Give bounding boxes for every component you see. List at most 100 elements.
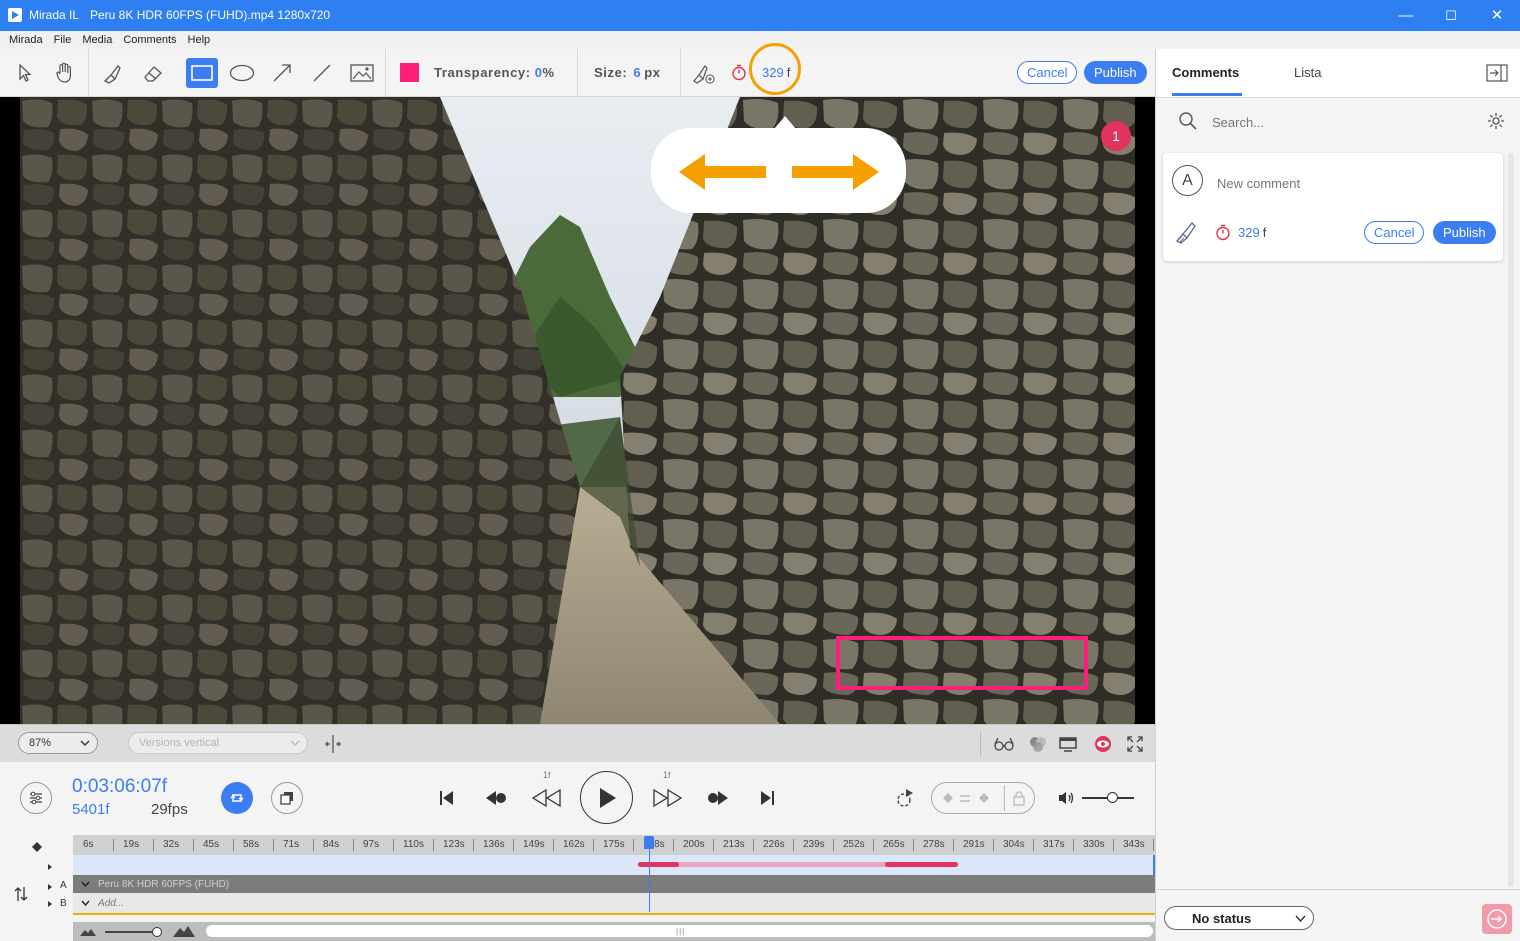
fullscreen-icon[interactable] (1126, 735, 1144, 753)
expand-arrow-icon[interactable] (46, 883, 54, 891)
video-viewport[interactable]: 1 (0, 97, 1155, 724)
publish-button[interactable]: Publish (1084, 61, 1147, 84)
arrow-icon[interactable] (266, 58, 298, 88)
status-select[interactable]: No status (1164, 906, 1314, 930)
previous-marker-icon[interactable] (484, 789, 508, 807)
step-forward-label: 1f (663, 770, 671, 780)
size-control[interactable]: Size: 6 px (594, 65, 661, 80)
logout-button[interactable] (1482, 904, 1512, 934)
brush-tool-icon[interactable] (1173, 217, 1201, 245)
ruler-tick-label: 32s (163, 839, 180, 850)
color-channels-icon[interactable] (1028, 735, 1048, 753)
expand-arrow-icon[interactable] (46, 900, 54, 908)
ruler-tick-mark (593, 839, 594, 851)
versions-select[interactable]: Versions vertical (128, 732, 308, 754)
timeline-horizontal-scrollbar[interactable]: ||| (206, 925, 1153, 937)
rectangle-icon[interactable] (186, 58, 218, 88)
close-button[interactable]: ✕ (1474, 0, 1520, 31)
swap-tracks-icon[interactable] (13, 885, 29, 903)
ruler-tick-mark (1033, 839, 1034, 851)
visibility-eye-icon[interactable] (1093, 735, 1113, 753)
track-b-label: B (60, 898, 67, 909)
layers-icon (280, 792, 293, 805)
keyframe-diamond-icon[interactable] (31, 841, 43, 853)
track-b-add[interactable]: Add... (98, 898, 124, 909)
ruler-tick-label: 226s (763, 839, 785, 850)
expand-arrow-icon[interactable] (46, 863, 54, 871)
maximize-button[interactable]: ☐ (1428, 0, 1474, 31)
ellipse-icon[interactable] (226, 58, 258, 88)
playback-settings-icon[interactable] (894, 787, 916, 809)
brush-add-icon[interactable] (688, 58, 720, 88)
display-icon[interactable] (1058, 736, 1078, 752)
minimize-button[interactable]: — (1383, 0, 1429, 31)
skip-to-end-icon[interactable] (758, 789, 776, 807)
comment-cancel-button[interactable]: Cancel (1364, 221, 1425, 244)
comment-publish-button[interactable]: Publish (1433, 221, 1496, 244)
menu-help[interactable]: Help (188, 31, 211, 49)
timeline-zoom-handle[interactable] (152, 927, 162, 937)
color-swatch[interactable] (400, 63, 419, 82)
ruler-tick-mark (313, 839, 314, 851)
comment-frame[interactable]: 329 f (1238, 225, 1266, 240)
ruler-tick-label: 58s (243, 839, 260, 850)
menu-comments[interactable]: Comments (123, 31, 176, 49)
new-comment-input[interactable] (1215, 173, 1489, 193)
select-icon[interactable] (9, 58, 41, 88)
skip-to-start-icon[interactable] (438, 789, 456, 807)
ruler-tick-label: 71s (283, 839, 300, 850)
video-frame-image (20, 97, 1135, 724)
loop-button[interactable] (221, 782, 253, 814)
ruler-tick-label: 265s (883, 839, 905, 850)
menu-media[interactable]: Media (82, 31, 112, 49)
volume-icon[interactable] (1057, 790, 1075, 806)
transparency-control[interactable]: Transparency: 0 % (434, 65, 555, 80)
ruler-tick-mark (873, 839, 874, 851)
ruler-tick-mark (153, 839, 154, 851)
compare-glasses-icon[interactable] (993, 736, 1015, 752)
tab-comments[interactable]: Comments (1172, 65, 1239, 80)
comment-range-start[interactable] (638, 862, 679, 867)
panel-scrollbar[interactable] (1508, 153, 1514, 887)
menu-mirada[interactable]: Mirada (9, 31, 43, 49)
ruler-tick-mark (233, 839, 234, 851)
playhead-handle[interactable] (644, 836, 654, 849)
brush-icon[interactable] (97, 58, 129, 88)
image-icon[interactable] (346, 58, 378, 88)
ruler-tick-label: 6s (83, 839, 94, 850)
volume-slider-handle[interactable] (1107, 792, 1118, 803)
comment-range-end[interactable] (885, 862, 958, 867)
zoom-in-mountain-icon[interactable] (172, 925, 196, 938)
play-button[interactable] (580, 771, 633, 824)
tab-lista[interactable]: Lista (1294, 65, 1321, 80)
next-marker-icon[interactable] (706, 789, 730, 807)
zoom-out-mountain-icon[interactable] (79, 927, 97, 937)
cancel-button[interactable]: Cancel (1017, 61, 1078, 84)
window-title: Peru 8K HDR 60FPS (FUHD).mp4 1280x720 (90, 8, 331, 22)
timecode[interactable]: 0:03:06:07f (72, 776, 167, 798)
comments-track[interactable] (73, 855, 1155, 875)
ruler-tick-mark (713, 839, 714, 851)
line-icon[interactable] (306, 58, 338, 88)
search-input[interactable] (1210, 111, 1464, 133)
step-back-icon[interactable] (531, 788, 563, 808)
eraser-icon[interactable] (137, 58, 169, 88)
step-forward-icon[interactable] (651, 788, 683, 808)
rectangle-annotation[interactable] (836, 636, 1088, 690)
track-a[interactable]: Peru 8K HDR 60FPS (FUHD) (73, 875, 1155, 893)
marker-controls[interactable] (931, 782, 1035, 814)
timeline-ruler[interactable]: 6s 19s 32s 45s 58s 71s 84s 97s 110s 123s 136s 149s 1… (73, 835, 1155, 855)
gear-icon[interactable] (1487, 112, 1505, 130)
layers-button[interactable] (271, 782, 303, 814)
track-b[interactable]: Add... (73, 893, 1155, 915)
hand-icon[interactable] (48, 58, 80, 88)
split-view-icon[interactable] (323, 733, 343, 755)
menu-file[interactable]: File (54, 31, 72, 49)
annotation-marker[interactable]: 1 (1101, 121, 1131, 151)
collapse-panel-icon[interactable] (1486, 64, 1508, 82)
chevron-down-icon[interactable] (81, 900, 90, 906)
ruler-tick-label: 19s (123, 839, 140, 850)
timeline-settings-button[interactable] (20, 782, 52, 814)
zoom-select[interactable]: 87% (18, 732, 98, 754)
chevron-down-icon[interactable] (81, 881, 90, 887)
